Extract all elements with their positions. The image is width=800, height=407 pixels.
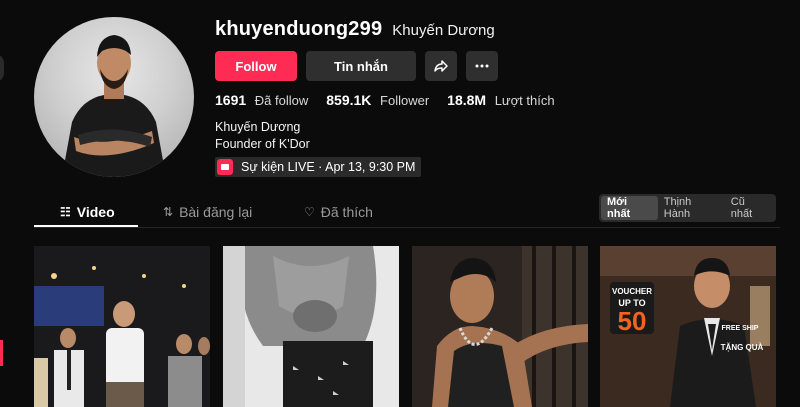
video-grid: VOUCHER UP TO 50 FREE SHIP TẶNG QUÀ — [34, 246, 776, 407]
calendar-icon — [217, 159, 233, 175]
tab-label: Video — [76, 204, 115, 220]
share-icon — [434, 60, 448, 72]
gift-label: TẶNG QUÀ — [721, 343, 764, 352]
bio: Khuyến Dương Founder of K'Dor — [215, 119, 310, 153]
video-thumbnail — [223, 246, 399, 407]
stat-followers[interactable]: 859.1K Follower — [326, 92, 429, 108]
tab-label: Đã thích — [320, 204, 373, 220]
tab-liked[interactable]: ♡ Đã thích — [304, 196, 373, 228]
video-thumbnail — [412, 246, 588, 407]
sort-option-newest[interactable]: Mới nhất — [601, 196, 658, 220]
sidebar-edge-handle[interactable] — [0, 54, 4, 82]
avatar[interactable] — [34, 17, 194, 177]
grid-icon: ☷ — [60, 205, 71, 219]
live-event-text: Sự kiện LIVE · Apr 13, 9:30 PM — [241, 160, 416, 174]
stat-label: Lượt thích — [494, 93, 555, 108]
stat-likes: 18.8M Lượt thích — [447, 92, 554, 108]
tab-reposts[interactable]: ⇅ Bài đăng lại — [163, 196, 252, 228]
stat-value: 859.1K — [326, 92, 372, 108]
video-thumbnail — [34, 246, 210, 407]
free-ship-label: FREE SHIP — [722, 325, 759, 332]
avatar-image — [62, 35, 166, 177]
bio-name: Khuyến Dương — [215, 120, 301, 134]
stat-value: 18.8M — [447, 92, 487, 108]
more-options-button[interactable] — [466, 51, 498, 81]
stat-following[interactable]: 1691 Đã follow — [215, 92, 308, 108]
share-button[interactable] — [425, 51, 457, 81]
video-card[interactable] — [223, 246, 399, 407]
follow-button[interactable]: Follow — [215, 51, 297, 81]
video-thumbnail: VOUCHER UP TO 50 FREE SHIP TẶNG QUÀ — [600, 246, 776, 407]
tab-label: Bài đăng lại — [179, 204, 253, 220]
video-card[interactable]: VOUCHER UP TO 50 FREE SHIP TẶNG QUÀ — [600, 246, 776, 407]
bio-title: Founder of K'Dor — [215, 137, 310, 151]
voucher-value: 50 — [618, 306, 647, 336]
heart-icon: ♡ — [304, 205, 315, 219]
stat-label: Follower — [380, 93, 430, 108]
repost-icon: ⇅ — [163, 205, 174, 219]
video-card[interactable] — [412, 246, 588, 407]
active-tab-indicator — [34, 225, 138, 227]
stat-label: Đã follow — [254, 93, 309, 108]
sidebar-accent-marker — [0, 340, 3, 366]
live-event-badge[interactable]: Sự kiện LIVE · Apr 13, 9:30 PM — [215, 157, 422, 177]
voucher-title: VOUCHER — [612, 287, 652, 296]
video-card[interactable] — [34, 246, 210, 407]
more-dots-icon — [475, 64, 489, 68]
stat-value: 1691 — [215, 92, 247, 108]
sort-option-oldest[interactable]: Cũ nhất — [725, 196, 774, 220]
profile-stats: 1691 Đã follow 859.1K Follower 18.8M Lượ… — [215, 92, 555, 108]
message-button[interactable]: Tin nhắn — [306, 51, 416, 81]
tab-video[interactable]: ☷ Video — [60, 196, 115, 228]
tabs-divider — [34, 227, 780, 228]
sort-control: Mới nhất Thịnh Hành Cũ nhất — [599, 194, 776, 222]
username: khuyenduong299 — [215, 18, 383, 40]
sort-option-popular[interactable]: Thịnh Hành — [658, 196, 725, 220]
nickname: Khuyến Dương — [392, 22, 495, 39]
